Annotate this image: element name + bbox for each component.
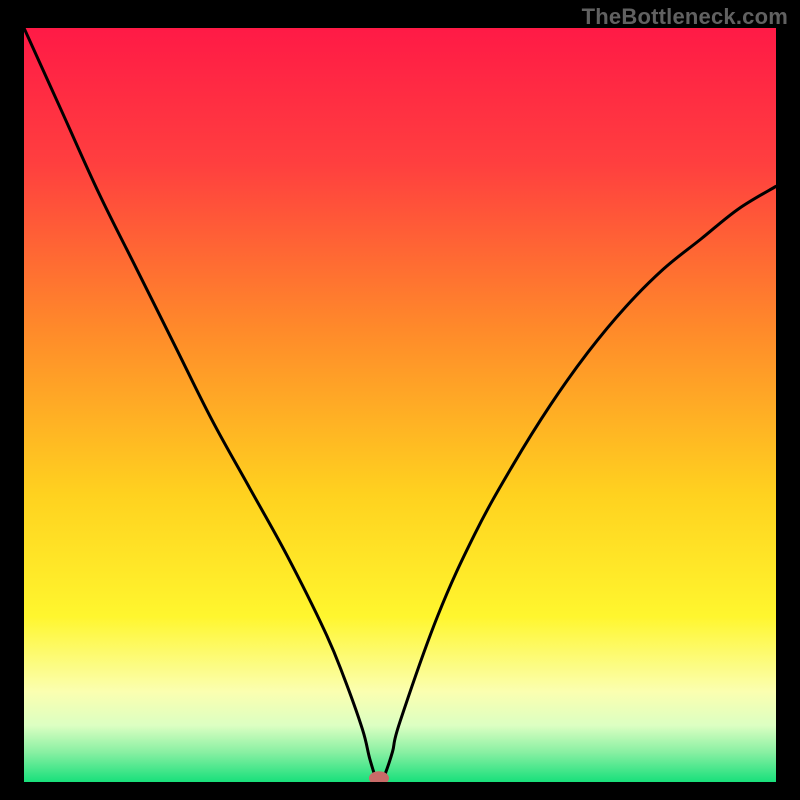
watermark-text: TheBottleneck.com [582, 4, 788, 30]
plot-area [24, 28, 776, 782]
bottleneck-chart [24, 28, 776, 782]
gradient-background [24, 28, 776, 782]
chart-frame: TheBottleneck.com [0, 0, 800, 800]
